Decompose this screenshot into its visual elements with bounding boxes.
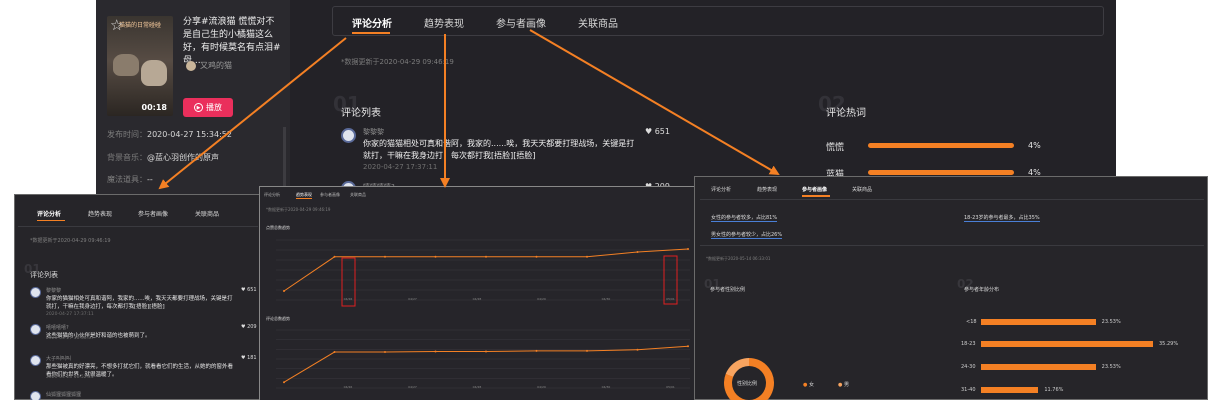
arrow-to-comment-panel xyxy=(158,37,347,190)
arrow-to-participants-panel xyxy=(529,29,780,176)
annotation-arrows xyxy=(158,29,780,190)
